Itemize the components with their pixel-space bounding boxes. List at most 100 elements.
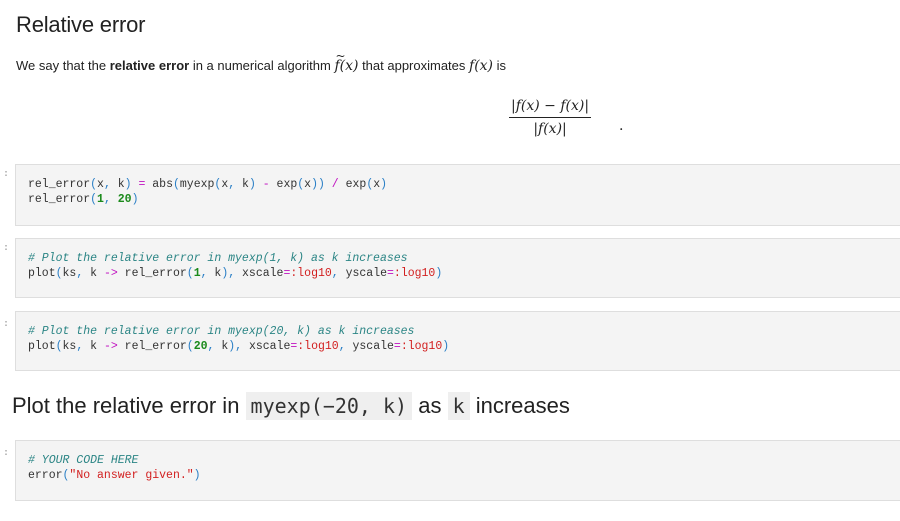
section-heading: Relative error (16, 12, 146, 37)
code-token-punct: ) (124, 178, 132, 191)
code-token-num: 1 (193, 267, 201, 280)
relative-error-formula: |f(x) − f(x)| |f(x)| (509, 98, 592, 137)
code-line: rel_error(x, k) = abs(myexp(x, k) - exp(… (28, 177, 900, 192)
code-token-num: 20 (117, 193, 132, 206)
code-token-punct: ) (193, 469, 201, 482)
math-f-tilde: f(x) (334, 49, 358, 74)
code-token-op: = (387, 267, 394, 280)
code-token-cmt: # Plot the relative error in myexp(1, k)… (28, 252, 408, 265)
code-token-punct: ( (186, 340, 194, 353)
code-cell[interactable]: # Plot the relative error in myexp(1, k)… (15, 238, 900, 298)
code-line: plot(ks, k -> rel_error(1, k), xscale=:l… (28, 266, 900, 281)
code-token-fn: exp (338, 178, 367, 191)
code-token-sym: :log10 (393, 267, 436, 280)
code-token-fn: k (117, 178, 125, 191)
code-token-fn: myexp (179, 178, 215, 191)
intro-middle: in a numerical algorithm (189, 58, 335, 73)
code-token-punct: ( (55, 267, 63, 280)
code-token-fn (256, 178, 263, 191)
code-line: # Plot the relative error in myexp(20, k… (28, 324, 900, 339)
subsection-prefix: Plot the relative error in (12, 393, 246, 418)
code-token-fn: xscale (242, 267, 284, 280)
code-line: rel_error(1, 20) (28, 192, 900, 207)
code-token-num: 20 (193, 340, 208, 353)
code-token-fn: rel_error (117, 267, 187, 280)
math-f: f(x) (469, 58, 494, 74)
code-token-fn: plot (28, 267, 56, 280)
code-token-punct: , (103, 178, 118, 191)
code-token-punct: )) (311, 178, 325, 191)
intro-paragraph: We say that the relative error in a nume… (16, 49, 506, 74)
subsection-suffix: increases (469, 393, 570, 418)
code-token-punct: ) (248, 178, 256, 191)
code-token-punct: ) (435, 267, 443, 280)
inline-code-myexp: myexp(−20, k) (245, 392, 413, 420)
code-token-fn: error (28, 469, 63, 482)
code-token-punct: , (331, 267, 346, 280)
code-token-punct: ), (221, 267, 243, 280)
intro-after-math: that approximates (358, 58, 470, 73)
code-line: plot(ks, k -> rel_error(20, k), xscale=:… (28, 339, 900, 354)
numerator-left: |f (511, 98, 521, 114)
code-token-punct: , (207, 340, 222, 353)
formula-period: . (619, 118, 624, 134)
code-token-op: = (393, 340, 401, 353)
intro-bold-term: relative error (109, 58, 190, 73)
code-token-punct: ) (131, 193, 139, 206)
code-token-fn: rel_error (28, 193, 91, 206)
code-token-punct: ), (228, 340, 249, 353)
code-token-fn: ks (62, 340, 77, 353)
cell-prompt: : (3, 168, 10, 179)
code-cell[interactable]: # YOUR CODE HERE error("No answer given."… (15, 440, 900, 501)
code-token-fn: xscale (248, 340, 291, 353)
code-line: # Plot the relative error in myexp(1, k)… (28, 251, 900, 266)
code-token-punct: ( (90, 178, 98, 191)
formula-denominator: |f(x)| (533, 121, 567, 137)
cell-prompt: : (3, 447, 10, 458)
code-token-punct: , (338, 340, 353, 353)
subsection-heading: Plot the relative error in myexp(−20, k)… (12, 392, 570, 420)
intro-prefix: We say that the (16, 58, 110, 73)
code-token-fn: yscale (345, 267, 388, 280)
code-token-op: - (262, 178, 270, 191)
inline-code-k: k (447, 392, 470, 420)
numerator-right: (x) − f(x)| (520, 98, 590, 114)
code-token-fn (325, 178, 332, 191)
code-token-punct: , (228, 178, 243, 191)
code-cell[interactable]: rel_error(x, k) = abs(myexp(x, k) - exp(… (15, 164, 900, 226)
code-cell[interactable]: # Plot the relative error in myexp(20, k… (15, 311, 900, 371)
code-line: # YOUR CODE HERE (28, 453, 900, 468)
code-token-fn: k (242, 178, 249, 191)
code-line: error("No answer given.") (28, 468, 900, 483)
code-token-str: "No answer given." (69, 469, 194, 482)
code-token-punct: , (76, 340, 91, 353)
code-token-punct: ) (380, 178, 388, 191)
cell-prompt: : (3, 318, 10, 329)
code-token-sym: :log10 (297, 340, 339, 353)
code-token-fn: k (90, 267, 104, 280)
code-token-cmt: # YOUR CODE HERE (28, 454, 139, 467)
code-token-cmt: # Plot the relative error in myexp(20, k… (28, 325, 415, 338)
code-token-fn: x (97, 178, 104, 191)
formula-numerator: |f(x) − f(x)| (509, 98, 592, 118)
code-token-punct: , (200, 267, 215, 280)
code-token-fn: plot (28, 340, 56, 353)
cell-prompt: : (3, 242, 10, 253)
code-token-punct: ( (90, 193, 98, 206)
code-token-num: 1 (97, 193, 104, 206)
code-token-sym: :log10 (400, 340, 443, 353)
code-token-punct: , (76, 267, 91, 280)
code-token-punct: ( (172, 178, 180, 191)
code-token-fn: yscale (352, 340, 394, 353)
code-token-op: -> (103, 267, 118, 280)
code-token-fn: k (90, 340, 104, 353)
code-token-punct: , (103, 193, 118, 206)
subsection-middle: as (412, 393, 448, 418)
code-token-fn: exp (269, 178, 298, 191)
code-token-op: -> (103, 340, 118, 353)
code-token-op: / (331, 178, 339, 191)
code-token-fn: abs (145, 178, 173, 191)
code-token-sym: :log10 (290, 267, 332, 280)
code-token-fn: rel_error (117, 340, 187, 353)
code-token-punct: ( (186, 267, 194, 280)
